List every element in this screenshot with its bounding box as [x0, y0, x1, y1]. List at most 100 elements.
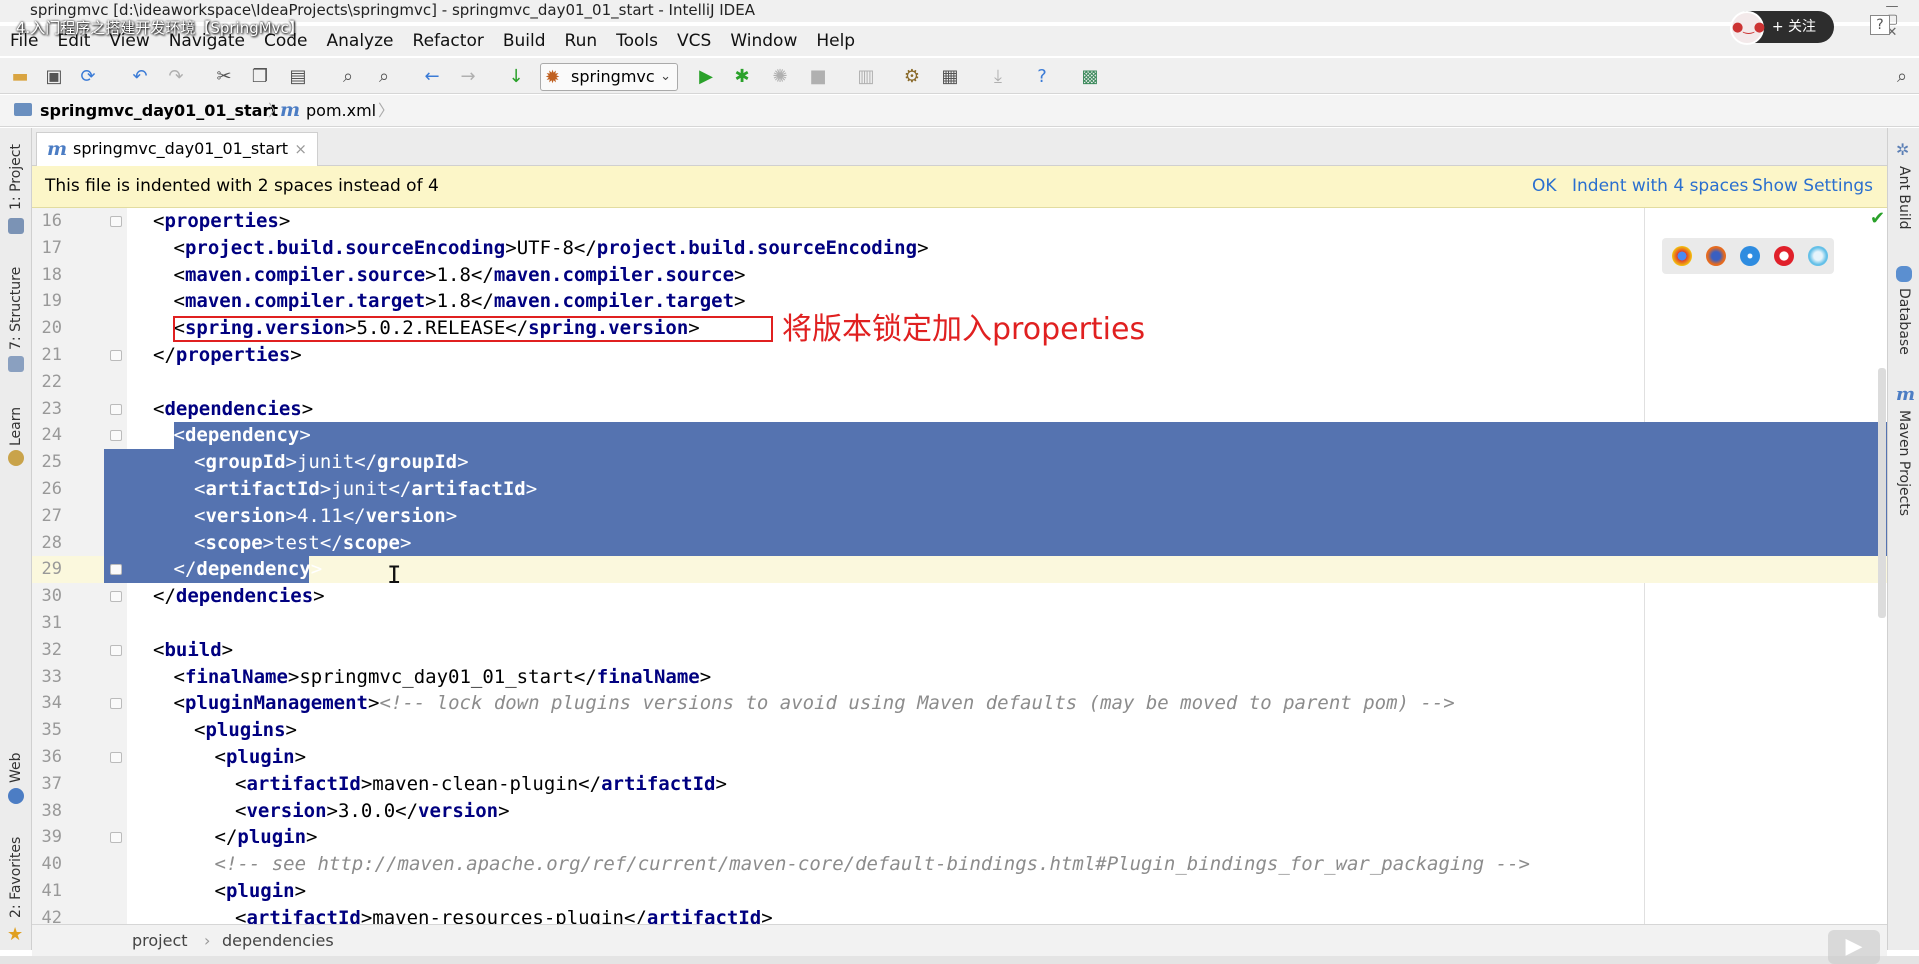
breadcrumb-file[interactable]: m pom.xml — [278, 95, 376, 126]
save-icon[interactable]: ▣ — [42, 65, 66, 89]
xml-text: >maven-clean-plugin</ — [360, 772, 602, 795]
cut-icon[interactable]: ✂ — [212, 65, 236, 89]
paste-icon[interactable]: ▤ — [286, 65, 310, 89]
build-icon[interactable]: ↓ — [504, 65, 528, 89]
xml-text: >junit</ — [319, 478, 412, 500]
fold-toggle-icon[interactable] — [110, 698, 122, 710]
breadcrumb-module[interactable]: springmvc_day01_01_start — [14, 95, 278, 126]
tool-window-favorites[interactable]: 2: Favorites — [8, 837, 24, 918]
show-settings-link[interactable]: Show Settings — [1752, 166, 1873, 207]
redo-icon[interactable]: ↷ — [164, 65, 188, 89]
breadcrumb-separator: 〉 — [378, 101, 395, 120]
menu-item-build[interactable]: Build — [503, 31, 546, 51]
menu-item-run[interactable]: Run — [565, 31, 598, 51]
fold-toggle-icon[interactable] — [110, 216, 122, 227]
code-text: <plugins> — [194, 717, 297, 744]
ok-link[interactable]: OK — [1532, 166, 1557, 207]
menu-item-refactor[interactable]: Refactor — [413, 31, 484, 51]
plugin-icon[interactable]: ▩ — [1078, 65, 1102, 89]
code-line: 27 <version>4.11</version> — [32, 502, 1887, 530]
code-line: 16 <properties> — [32, 208, 1887, 235]
menu-item-vcs[interactable]: VCS — [677, 31, 711, 51]
code-text: <version>3.0.0</version> — [235, 798, 510, 825]
forward-icon[interactable]: → — [456, 65, 480, 89]
tab-label: springmvc_day01_01_start — [73, 139, 289, 158]
xml-text: > — [313, 585, 325, 608]
xml-text: < — [194, 531, 206, 554]
attach-icon[interactable]: ▥ — [854, 65, 878, 89]
xml-text: < — [173, 424, 185, 447]
xml-text: >1.8</ — [425, 290, 494, 313]
chrome-icon[interactable] — [1672, 246, 1692, 266]
run-icon[interactable]: ▶ — [694, 65, 718, 89]
sdk-icon[interactable]: ▦ — [938, 65, 962, 89]
line-number: 20 — [41, 318, 62, 339]
line-number: 30 — [41, 586, 62, 607]
play-icon[interactable]: ▶ — [1828, 930, 1880, 964]
fold-toggle-icon[interactable] — [110, 350, 122, 361]
tool-window-web[interactable]: Web — [8, 752, 24, 783]
run-configuration-select[interactable]: ✹ springmvc ⌄ — [540, 63, 678, 91]
xml-text: > — [290, 344, 302, 366]
safari-icon[interactable] — [1740, 246, 1760, 266]
menu-item-analyze[interactable]: Analyze — [327, 31, 394, 51]
menu-item-tools[interactable]: Tools — [616, 31, 658, 51]
xml-text: > — [285, 719, 297, 742]
vcs-icon[interactable]: ⤓ — [986, 65, 1010, 89]
close-icon[interactable]: × — [294, 133, 307, 165]
structure-crumb-dependencies[interactable]: dependencies — [222, 925, 334, 956]
tool-window-maven-projects[interactable]: Maven Projects — [1896, 410, 1912, 516]
fold-toggle-icon[interactable] — [110, 752, 122, 763]
xml-tag-name: build — [164, 638, 222, 661]
tool-window-structure[interactable]: 7: Structure — [8, 267, 24, 350]
help-question-icon[interactable]: ? — [1030, 65, 1054, 89]
line-number: 26 — [41, 479, 62, 499]
code-text: <dependencies> — [153, 396, 313, 423]
project-structure-icon[interactable]: ⚙ — [900, 65, 924, 89]
fold-toggle-icon[interactable] — [110, 832, 122, 844]
debug-icon[interactable]: ✱ — [730, 65, 754, 89]
tool-window-database[interactable]: Database — [1896, 288, 1912, 355]
xml-comment: <!-- see http://maven.apache.org/ref/cur… — [214, 853, 1530, 876]
tool-window-project[interactable]: 1: Project — [8, 144, 24, 210]
xml-text: < — [173, 290, 185, 313]
opera-icon[interactable] — [1774, 246, 1794, 266]
replace-icon[interactable]: ⌕ — [372, 65, 396, 89]
tool-window-learn[interactable]: Learn — [8, 407, 24, 446]
annotation-text: 将版本锁定加入properties — [782, 312, 1146, 347]
editor-tabs: m springmvc_day01_01_start × — [32, 128, 1887, 166]
indent-link[interactable]: Indent with 4 spaces — [1572, 166, 1748, 207]
sync-icon[interactable]: ⟳ — [76, 65, 100, 89]
fold-toggle-icon[interactable] — [110, 430, 122, 442]
firefox-icon[interactable] — [1706, 246, 1726, 266]
indent-notification: This file is indented with 2 spaces inst… — [32, 166, 1887, 208]
menu-item-window[interactable]: Window — [730, 31, 797, 51]
fold-toggle-icon[interactable] — [110, 403, 122, 415]
fold-toggle-icon[interactable] — [110, 564, 122, 576]
scrollbar[interactable] — [1878, 368, 1886, 618]
xml-text: < — [153, 210, 165, 232]
open-folder-icon[interactable]: ▬ — [8, 65, 32, 89]
fold-toggle-icon[interactable] — [110, 591, 122, 603]
xml-tag-name: version — [246, 799, 327, 822]
find-icon[interactable]: ⌕ — [336, 65, 360, 89]
copy-icon[interactable]: ❐ — [248, 65, 272, 89]
xml-tag-name: pluginManagement — [184, 692, 368, 715]
fold-toggle-icon[interactable] — [110, 644, 122, 656]
stop-icon[interactable]: ■ — [806, 65, 830, 89]
coverage-icon[interactable]: ✺ — [768, 65, 792, 89]
back-icon[interactable]: ← — [420, 65, 444, 89]
menu-item-help[interactable]: Help — [816, 31, 855, 51]
tool-window-ant-build[interactable]: Ant Build — [1896, 166, 1912, 230]
window-minimize-icon[interactable]: — ▢ ✕ — [1880, 0, 1904, 39]
search-icon[interactable]: ⌕ — [1890, 65, 1914, 89]
ie-icon[interactable] — [1808, 246, 1828, 266]
xml-text: > — [299, 424, 311, 447]
structure-crumb-project[interactable]: project — [132, 925, 188, 956]
xml-text: > — [715, 772, 727, 795]
tab-pom-xml[interactable]: m springmvc_day01_01_start × — [36, 132, 318, 166]
undo-icon[interactable]: ↶ — [128, 65, 152, 89]
code-editor[interactable]: 16 <properties> 17 <project.build.sourceEnc… — [32, 208, 1887, 924]
help-icon[interactable]: ? — [1870, 15, 1890, 35]
avatar[interactable]: ●‿● — [1730, 11, 1765, 45]
